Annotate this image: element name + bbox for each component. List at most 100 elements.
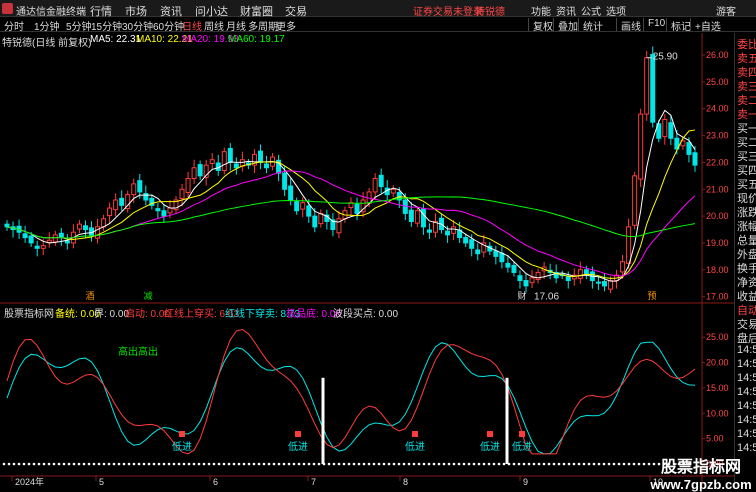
candle-body <box>58 232 64 239</box>
candle-body <box>257 150 263 163</box>
baseline-dot <box>417 462 421 466</box>
baseline-dot <box>172 462 176 466</box>
high-price-label: 25.90 <box>653 51 678 62</box>
time-label-4: 8 <box>403 477 408 487</box>
candle-body <box>620 261 626 273</box>
candle-body <box>221 151 227 171</box>
baseline-dot <box>552 462 556 466</box>
candle-body <box>493 250 499 257</box>
event-marker-0: 酒 <box>85 291 94 301</box>
indicator-info-bar: 股票指标网 备统: 0.00 界: 0.00 启动: 0.00 红线上穿买: 6… <box>0 304 700 320</box>
candle-body <box>264 163 270 169</box>
baseline-dot <box>562 462 566 466</box>
baseline-dot <box>277 462 281 466</box>
candle-body <box>601 281 607 287</box>
candle-body <box>451 226 457 234</box>
candle-body <box>288 185 294 201</box>
candle-body <box>650 54 656 123</box>
candle-body <box>662 118 668 138</box>
quote-side-panel: 委比 卖五 卖四 卖三 卖二 卖一 买一 买二 买三 买四 买五 现价 涨跌 涨幅 总量 外盘 换手 净资 收益 自动… <box>734 33 756 487</box>
baseline-dot <box>107 462 111 466</box>
baseline-dot <box>147 462 151 466</box>
baseline-dot <box>522 462 526 466</box>
low-price-label: 17.06 <box>534 292 559 303</box>
baseline-dot <box>27 462 31 466</box>
baseline-dot <box>297 462 301 466</box>
indicator-line-red <box>6 328 696 455</box>
ma5-line <box>6 109 696 282</box>
baseline-dot <box>127 462 131 466</box>
candle-body <box>511 264 517 273</box>
candle-body <box>179 188 185 199</box>
baseline-dot <box>82 462 86 466</box>
candle-body <box>475 249 481 255</box>
baseline-dot <box>572 462 576 466</box>
baseline-dot <box>92 462 96 466</box>
candle-body <box>161 210 167 217</box>
candle-body <box>294 201 300 212</box>
baseline-dot <box>627 462 631 466</box>
candle-body <box>119 197 125 206</box>
baseline-dot <box>267 462 271 466</box>
baseline-dot <box>12 462 16 466</box>
side-label-22: 14:5 <box>737 344 756 356</box>
candle-body <box>209 159 215 164</box>
baseline-dot <box>57 462 61 466</box>
baseline-dot <box>272 462 276 466</box>
baseline-dot <box>102 462 106 466</box>
baseline-dot <box>122 462 126 466</box>
candle-body <box>113 199 119 211</box>
baseline-dot <box>142 462 146 466</box>
signal-low-marker-0 <box>179 431 185 437</box>
baseline-dot <box>42 462 46 466</box>
indicator-title: 股票指标网 <box>4 309 54 320</box>
baseline-dot <box>462 462 466 466</box>
baseline-dot <box>427 462 431 466</box>
baseline-dot <box>327 462 331 466</box>
candle-body <box>22 233 28 239</box>
time-label-0: 2024年 <box>15 476 44 487</box>
baseline-dot <box>392 462 396 466</box>
baseline-dot <box>457 462 461 466</box>
candle-body <box>107 207 113 217</box>
candle-body <box>499 252 505 263</box>
candle-body <box>420 208 426 228</box>
candle-body <box>306 205 312 217</box>
price-tick-label-8: 18.00 <box>706 265 729 275</box>
baseline-dot <box>357 462 361 466</box>
candle-body <box>82 225 88 231</box>
signal-low-4: 低进 <box>512 440 532 453</box>
time-label-5: 9 <box>523 477 528 487</box>
candle-body <box>686 142 692 155</box>
candle-body <box>155 208 161 212</box>
kline-chart[interactable]: 26.00 25.00 24.00 23.00 22.00 21.00 20.00 19.00… <box>0 0 734 487</box>
price-tick-label-1: 25.00 <box>706 77 729 87</box>
candle-body <box>282 172 288 190</box>
price-tick-label-9: 17.00 <box>706 292 729 302</box>
baseline-dot <box>197 462 201 466</box>
baseline-dot <box>367 462 371 466</box>
baseline-dot <box>527 462 531 466</box>
candle-body <box>52 234 58 243</box>
baseline-dot <box>247 462 251 466</box>
baseline-dot <box>452 462 456 466</box>
baseline-dot <box>487 462 491 466</box>
baseline-dot <box>617 462 621 466</box>
candle-body <box>300 202 306 210</box>
baseline-dot <box>162 462 166 466</box>
baseline-dot <box>67 462 71 466</box>
baseline-dot <box>547 462 551 466</box>
baseline-dot <box>17 462 21 466</box>
candle-body <box>354 203 360 214</box>
baseline-dot <box>182 462 186 466</box>
candle-body <box>445 230 451 236</box>
baseline-dot <box>47 462 51 466</box>
candle-body <box>64 240 70 244</box>
baseline-dot <box>377 462 381 466</box>
baseline-dot <box>532 462 536 466</box>
signal-low-2: 低进 <box>405 440 425 453</box>
baseline-dot <box>282 462 286 466</box>
candle-body <box>692 152 698 166</box>
baseline-dot <box>62 462 66 466</box>
signal-low-1: 低进 <box>288 440 308 453</box>
